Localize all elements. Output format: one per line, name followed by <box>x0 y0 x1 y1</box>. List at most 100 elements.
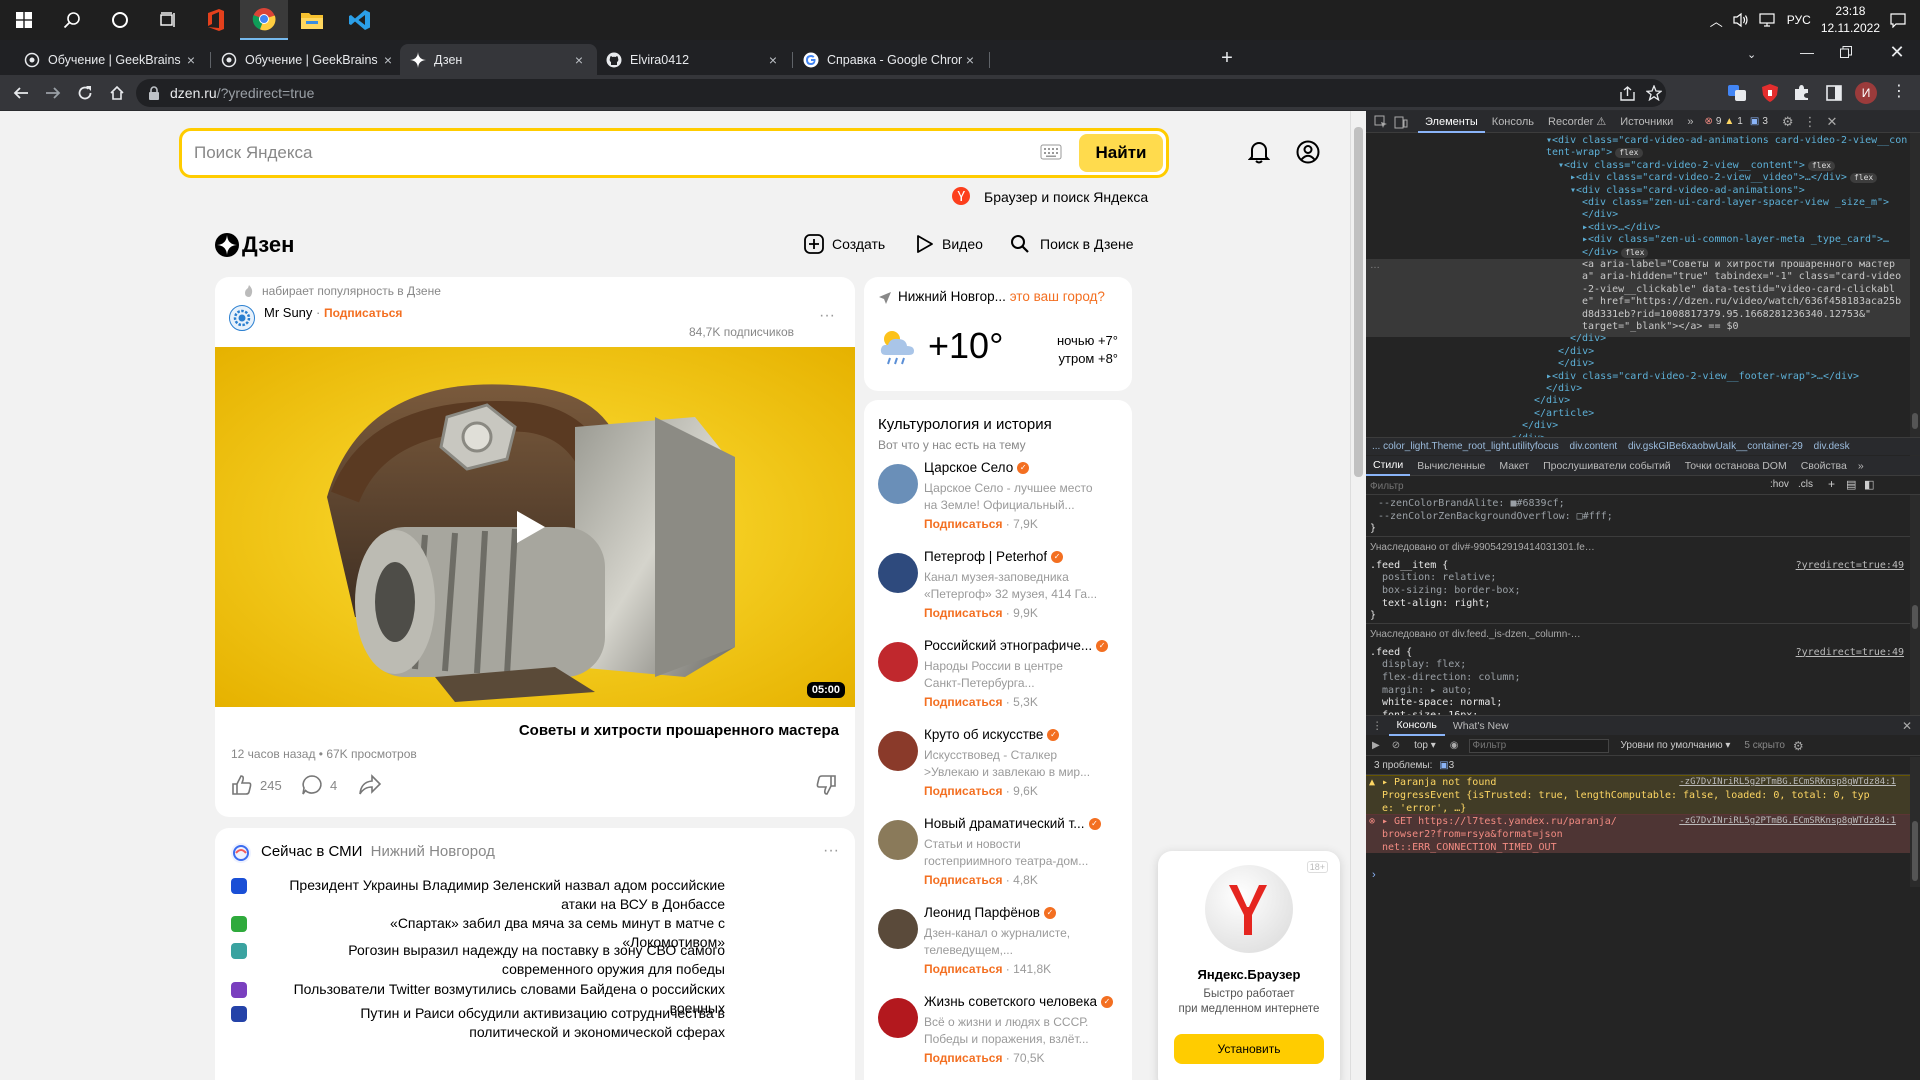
console-source-link[interactable]: -zG7DvINriRL5g2PTmBG.ECmSRKnsp8gWTdz84:1 <box>1679 815 1896 828</box>
clear-console-icon[interactable]: ⊘ <box>1386 740 1406 751</box>
taskbar-office-app[interactable] <box>192 0 240 40</box>
tab-chrome-help[interactable]: Справка - Google Chrome × <box>793 44 988 75</box>
breadcrumb-item[interactable]: div.content <box>1570 441 1618 452</box>
channel-name[interactable]: Жизнь советского человека <box>924 994 1097 1009</box>
tab-close-icon[interactable]: × <box>765 52 781 68</box>
tab-close-icon[interactable]: × <box>571 52 587 68</box>
dom-node-line[interactable]: ▸<div class="card-video-2-view__footer-w… <box>1546 369 1859 385</box>
news-region[interactable]: Нижний Новгород <box>371 843 495 860</box>
taskbar-explorer-app[interactable] <box>288 0 336 40</box>
news-more-icon[interactable]: ··· <box>823 842 839 860</box>
tab-close-icon[interactable]: × <box>380 52 396 68</box>
channel-avatar[interactable] <box>878 998 918 1038</box>
new-style-rule-plus-icon[interactable]: + <box>1828 477 1835 491</box>
drawer-tab-whats-new[interactable]: What's New <box>1445 720 1517 732</box>
channel-name[interactable]: Петергоф | Peterhof <box>924 549 1047 564</box>
channel-item[interactable]: Царское Село ✓ Царское Село - лучшее место… <box>878 460 1122 546</box>
channel-avatar[interactable] <box>878 731 918 771</box>
taskbar-search-button[interactable] <box>48 0 96 40</box>
channel-name[interactable]: Царское Село <box>924 460 1013 475</box>
tray-chevron-up-icon[interactable]: ︿ <box>1710 11 1723 30</box>
extensions-puzzle-icon[interactable] <box>1793 84 1810 101</box>
css-source-link[interactable]: ?yredirect=true:49 <box>1796 559 1904 572</box>
back-button[interactable] <box>9 81 33 105</box>
channel-avatar[interactable] <box>878 909 918 949</box>
tab-geekbrains-2[interactable]: Обучение | GeekBrains - образо × <box>211 44 406 75</box>
css-declaration[interactable]: box-sizing: border-box; <box>1382 584 1520 597</box>
drawer-tab-console[interactable]: Консоль <box>1388 716 1445 736</box>
tab-styles-more[interactable]: » <box>1854 460 1868 472</box>
console-context-select[interactable]: top ▾ <box>1406 740 1444 751</box>
channel-subscribe-link[interactable]: Подписаться <box>924 873 1002 887</box>
tab-layout[interactable]: Макет <box>1492 460 1536 472</box>
news-item[interactable]: Рогозин выразил надежду на поставку в зо… <box>231 941 841 979</box>
css-rule-selector[interactable]: .feed__item { <box>1370 559 1448 572</box>
task-view-button[interactable] <box>144 0 192 40</box>
taskbar-vscode-app[interactable] <box>336 0 384 40</box>
network-icon[interactable] <box>1759 13 1777 27</box>
comment-icon[interactable] <box>301 774 323 796</box>
tab-sources[interactable]: Источники <box>1613 111 1680 133</box>
log-levels-select[interactable]: Уровни по умолчанию ▾ <box>1621 740 1731 751</box>
tab-search-chevron-icon[interactable]: ⌄ <box>1747 48 1756 61</box>
tab-close-icon[interactable]: × <box>183 52 199 68</box>
adblock-extension-icon[interactable] <box>1762 84 1778 102</box>
install-button[interactable]: Установить <box>1174 1034 1324 1064</box>
restore-button[interactable] <box>1840 46 1862 68</box>
news-item[interactable]: Путин и Раиси обсудили активизацию сотру… <box>231 1004 841 1042</box>
drawer-close-icon[interactable]: ✕ <box>1902 719 1920 733</box>
keyboard-icon[interactable] <box>1040 144 1062 160</box>
issue-counters[interactable]: ⊗ 9 ▲ 1 ▣ 3 <box>1704 116 1767 127</box>
channel-subscribe-link[interactable]: Подписаться <box>924 962 1002 976</box>
css-declaration[interactable]: white-space: normal; <box>1382 696 1502 709</box>
tab-styles[interactable]: Стили <box>1366 456 1411 476</box>
channel-subscribe-link[interactable]: Подписаться <box>924 606 1002 620</box>
channel-subscribe-link[interactable]: Подписаться <box>924 1051 1002 1065</box>
channel-item[interactable]: Леонид Парфёнов ✓ Дзен-канал о журналисте,… <box>878 905 1122 991</box>
breadcrumb-item[interactable]: div.desk <box>1814 441 1850 452</box>
thumbs-up-icon[interactable] <box>231 774 253 796</box>
css-rule-selector[interactable]: .feed { <box>1370 646 1412 659</box>
css-declaration[interactable]: position: relative; <box>1382 571 1496 584</box>
channel-item[interactable]: Круто об искусстве ✓ Искусствовед - Сталке… <box>878 727 1122 813</box>
profile-avatar[interactable]: И <box>1855 82 1877 104</box>
bookmark-star-icon[interactable] <box>1646 85 1662 101</box>
channel-name[interactable]: Леонид Парфёнов <box>924 905 1040 920</box>
channel-avatar[interactable] <box>878 820 918 860</box>
chrome-menu-kebab-icon[interactable]: ⋮ <box>1891 83 1907 101</box>
channel-item[interactable]: Петергоф | Peterhof ✓ Канал музея-заповедн… <box>878 549 1122 635</box>
breadcrumb-item[interactable]: div.gskGIBe6xaobwUaIk__container-29 <box>1628 441 1803 452</box>
thumbs-down-icon[interactable] <box>815 774 837 796</box>
tab-properties[interactable]: Свойства <box>1794 460 1854 472</box>
taskbar-chrome-app[interactable] <box>240 0 288 40</box>
news-item[interactable]: Президент Украины Владимир Зеленский наз… <box>231 876 841 914</box>
tab-computed[interactable]: Вычисленные <box>1410 460 1492 472</box>
console-filter-input[interactable] <box>1468 738 1609 753</box>
new-tab-button[interactable]: + <box>1214 46 1240 72</box>
devtools-settings-gear-icon[interactable]: ⚙ <box>1782 114 1794 130</box>
minimize-button[interactable]: — <box>1796 44 1818 66</box>
start-button[interactable] <box>0 0 48 40</box>
css-source-link[interactable]: ?yredirect=true:49 <box>1796 646 1904 659</box>
bell-icon[interactable] <box>1248 140 1270 164</box>
reload-button[interactable] <box>73 81 97 105</box>
console-scrollbar[interactable] <box>1910 757 1920 887</box>
browser-promo-link[interactable]: Браузер и поиск Яндекса <box>984 189 1148 205</box>
video-button[interactable]: Видео <box>916 234 983 254</box>
weather-card[interactable]: Нижний Новгор... это ваш город? +10° ноч… <box>864 277 1132 391</box>
volume-icon[interactable] <box>1733 12 1749 28</box>
channel-name[interactable]: Круто об искусстве <box>924 727 1043 742</box>
dom-ellipsis[interactable]: … <box>1370 260 1380 271</box>
channel-subscribe-link[interactable]: Подписаться <box>924 695 1002 709</box>
hov-toggle[interactable]: :hov <box>1770 479 1789 490</box>
notifications-icon[interactable] <box>1890 12 1906 28</box>
dzen-search-button[interactable]: Поиск в Дзене <box>1010 234 1134 254</box>
tab-geekbrains-1[interactable]: Обучение | GeekBrains - образо × <box>14 44 209 75</box>
video-title[interactable]: Советы и хитрости прошаренного мастера <box>519 722 839 739</box>
forward-button[interactable] <box>41 81 65 105</box>
system-clock[interactable]: 23:18 12.11.2022 <box>1821 3 1880 37</box>
side-panel-icon[interactable] <box>1826 85 1842 101</box>
tab-close-icon[interactable]: × <box>962 52 978 68</box>
channel-item[interactable]: Российский этнографиче... ✓ Народы России … <box>878 638 1122 724</box>
tab-dzen[interactable]: Дзен × <box>400 44 597 75</box>
